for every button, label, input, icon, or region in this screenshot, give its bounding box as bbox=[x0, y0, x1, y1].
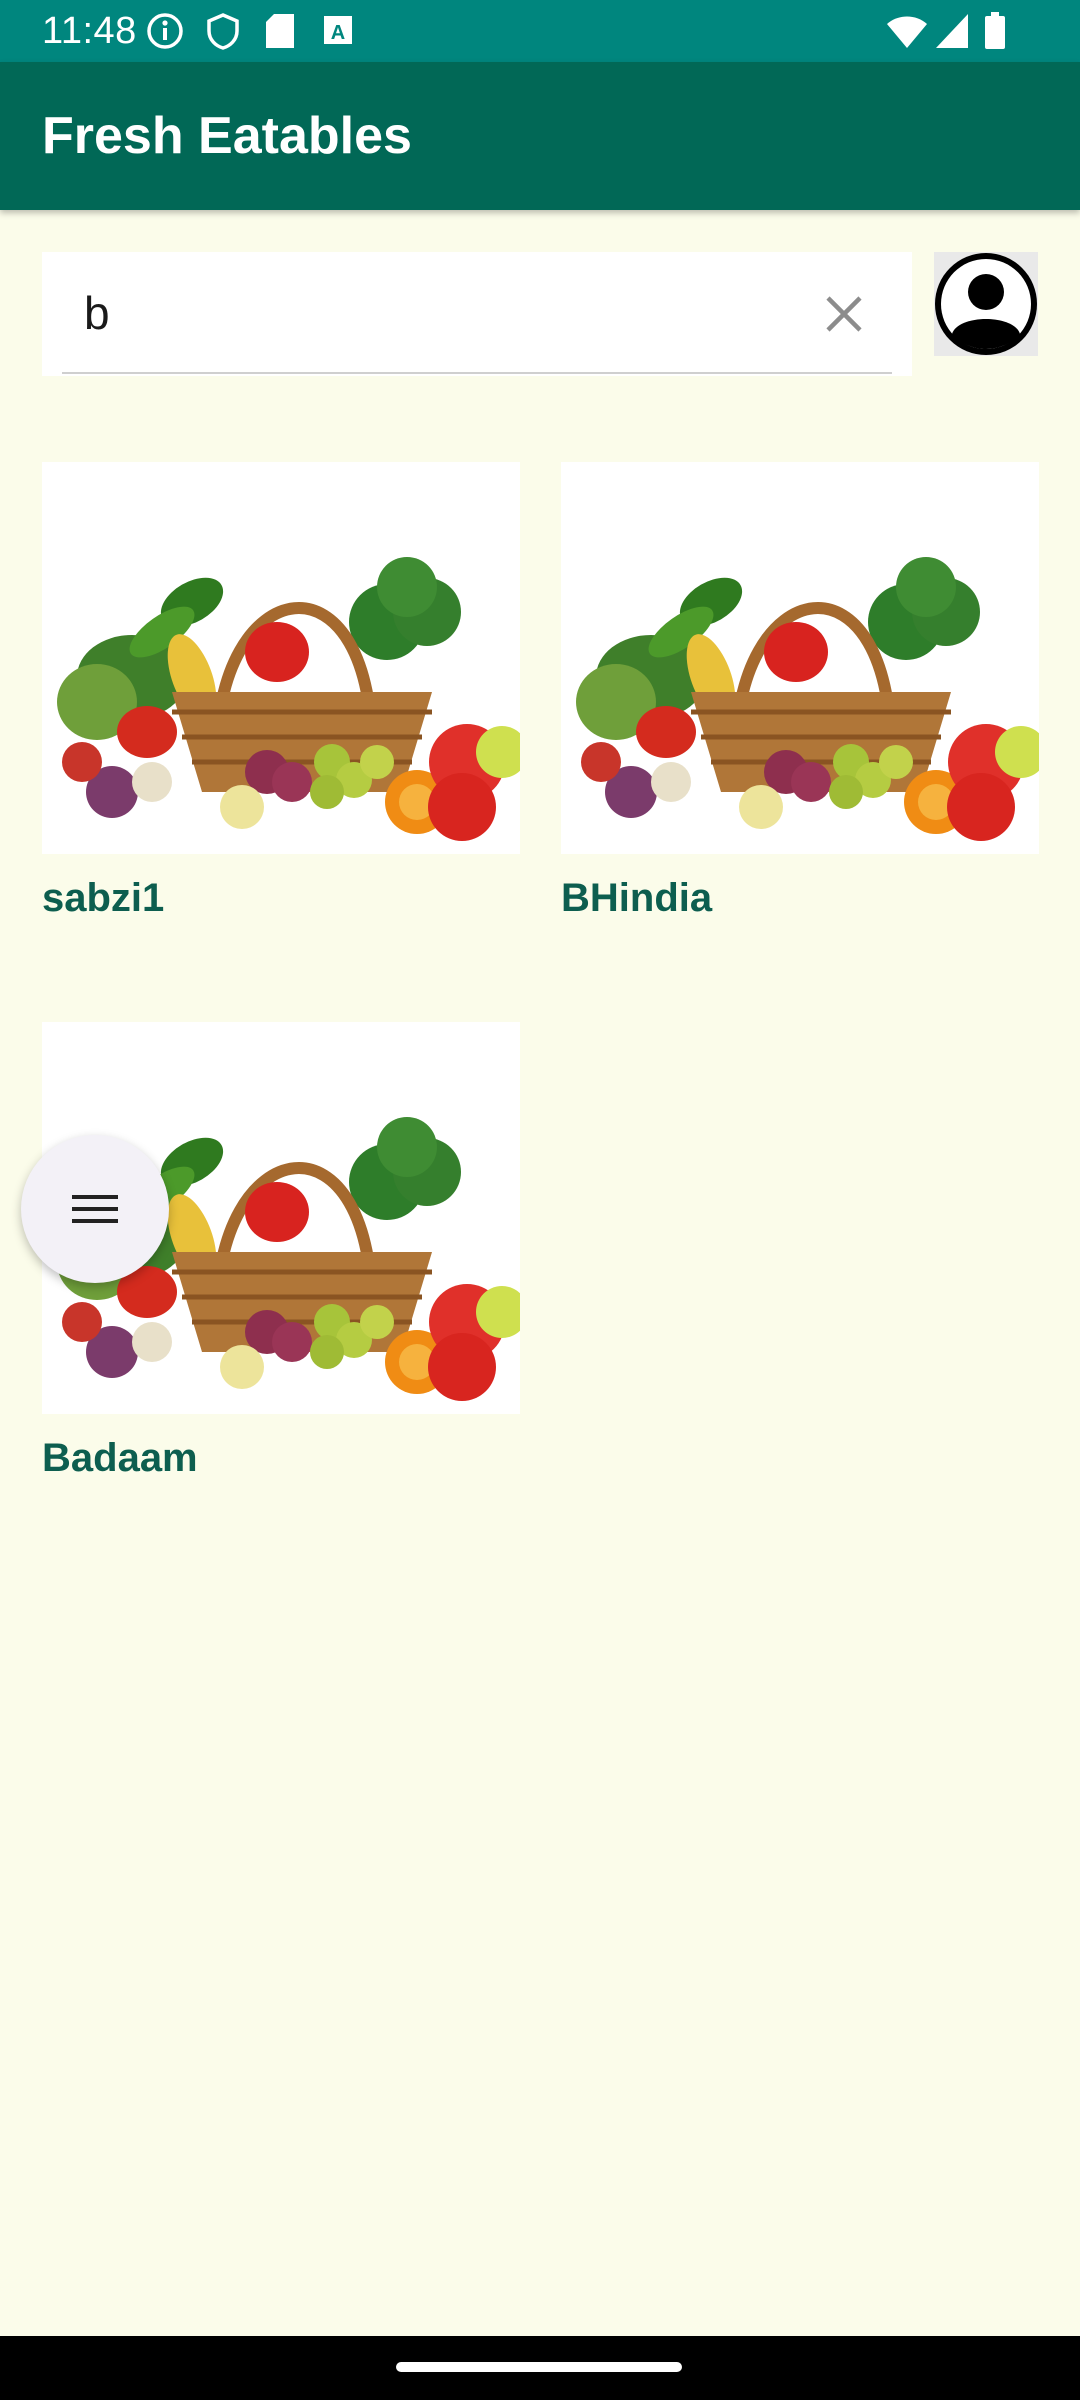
product-name: BHindia bbox=[561, 876, 713, 920]
product-name: Badaam bbox=[42, 1436, 198, 1480]
home-handle[interactable] bbox=[396, 2362, 682, 2372]
product-image bbox=[561, 462, 1039, 854]
search-bar bbox=[42, 252, 912, 376]
sd-card-icon bbox=[264, 12, 296, 55]
info-icon bbox=[146, 12, 184, 55]
user-avatar-icon bbox=[935, 253, 1037, 355]
search-underline bbox=[62, 372, 892, 374]
navigation-bar bbox=[0, 2336, 1080, 2400]
a-icon: A bbox=[320, 12, 356, 53]
app-bar: Fresh Eatables bbox=[0, 62, 1080, 210]
status-time: 11:48 bbox=[42, 10, 137, 52]
search-input[interactable] bbox=[62, 266, 866, 360]
product-card-sabzi1[interactable]: sabzi1 bbox=[42, 462, 520, 922]
app-title: Fresh Eatables bbox=[42, 107, 412, 165]
svg-text:A: A bbox=[331, 22, 345, 44]
profile-avatar-button[interactable] bbox=[934, 252, 1038, 356]
clear-search-button[interactable] bbox=[812, 282, 876, 346]
signal-icon bbox=[934, 12, 970, 55]
shield-icon bbox=[204, 12, 242, 55]
product-name: sabzi1 bbox=[42, 876, 165, 920]
menu-icon bbox=[72, 1195, 118, 1223]
menu-fab-button[interactable] bbox=[21, 1135, 169, 1283]
close-icon bbox=[826, 296, 862, 332]
battery-icon bbox=[984, 12, 1006, 55]
wifi-icon bbox=[886, 12, 928, 55]
status-bar: 11:48 A bbox=[0, 0, 1080, 62]
product-card-bhindia[interactable]: BHindia bbox=[561, 462, 1039, 922]
product-image bbox=[42, 462, 520, 854]
